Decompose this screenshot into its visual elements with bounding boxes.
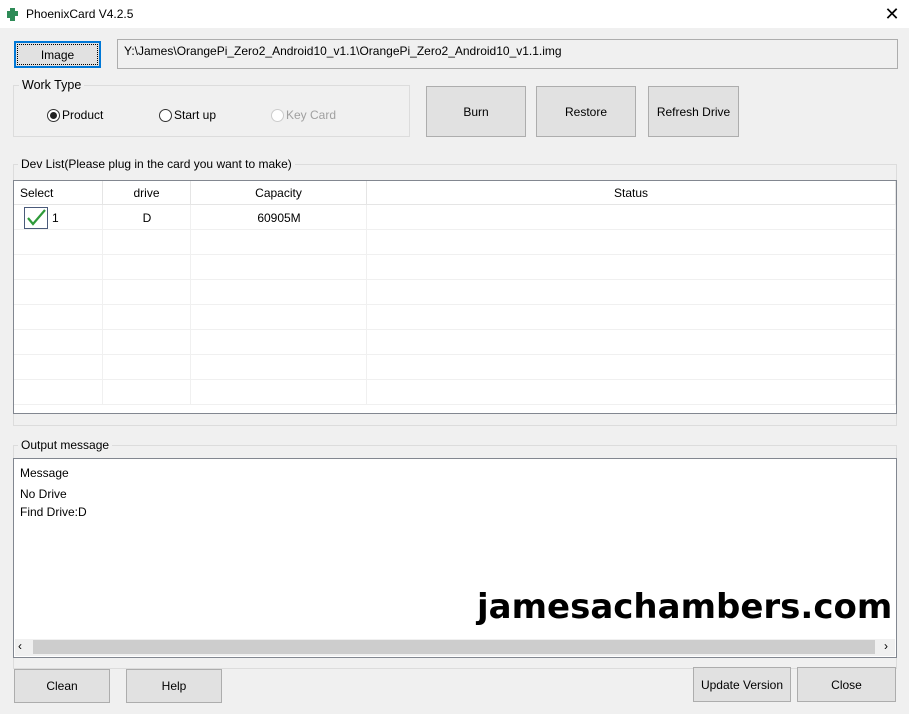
table-cell xyxy=(14,255,103,280)
radio-icon xyxy=(271,108,284,122)
output-label: Output message xyxy=(18,438,113,452)
column-header-drive[interactable]: drive xyxy=(103,181,191,205)
column-header-capacity[interactable]: Capacity xyxy=(191,181,367,205)
close-button[interactable]: Close xyxy=(797,667,896,702)
radio-label: Key Card xyxy=(286,108,337,122)
table-cell xyxy=(367,305,896,330)
table-cell xyxy=(14,305,103,330)
restore-button[interactable]: Restore xyxy=(536,86,636,137)
table-cell xyxy=(191,330,367,355)
table-cell xyxy=(103,280,191,305)
window-title: PhoenixCard V4.2.5 xyxy=(26,7,134,21)
row-capacity: 60905M xyxy=(257,211,301,225)
image-path-field[interactable]: Y:\James\OrangePi_Zero2_Android10_v1.1\O… xyxy=(117,39,898,69)
dev-list-label: Dev List(Please plug in the card you wan… xyxy=(18,157,295,171)
output-message-box[interactable]: Message No Drive Find Drive:D jamesacham… xyxy=(13,458,897,658)
help-button[interactable]: Help xyxy=(126,669,222,703)
work-type-label: Work Type xyxy=(19,78,85,92)
column-header-select[interactable]: Select xyxy=(14,181,103,205)
table-cell xyxy=(14,280,103,305)
table-cell xyxy=(191,280,367,305)
table-cell xyxy=(14,230,103,255)
column-header-status[interactable]: Status xyxy=(367,181,896,205)
radio-icon xyxy=(47,108,60,122)
scrollbar-thumb[interactable] xyxy=(33,640,875,654)
scroll-right-icon[interactable]: › xyxy=(884,639,888,653)
clean-button[interactable]: Clean xyxy=(14,669,110,703)
message-line: Message xyxy=(20,466,69,480)
watermark: jamesachambers.com xyxy=(477,587,893,627)
table-cell xyxy=(103,355,191,380)
horizontal-scrollbar[interactable]: ‹ › xyxy=(15,639,895,656)
table-cell xyxy=(191,355,367,380)
table-cell xyxy=(367,355,896,380)
message-line: No Drive xyxy=(20,487,67,501)
row-drive: D xyxy=(142,211,152,225)
radio-label: Start up xyxy=(174,108,217,122)
table-cell xyxy=(367,230,896,255)
row-select-number: 1 xyxy=(52,211,59,225)
update-version-button[interactable]: Update Version xyxy=(693,667,791,702)
close-window-icon[interactable]: ✕ xyxy=(880,3,904,25)
table-cell xyxy=(103,380,191,405)
title-bar xyxy=(0,0,909,28)
table-cell xyxy=(367,330,896,355)
table-cell xyxy=(367,205,896,230)
table-cell xyxy=(14,380,103,405)
table-cell xyxy=(191,230,367,255)
checkmark-icon xyxy=(27,209,46,226)
row-checkbox[interactable] xyxy=(24,207,48,229)
message-line: Find Drive:D xyxy=(20,505,87,519)
radio-icon xyxy=(159,108,172,122)
radio-start-up[interactable]: Start up xyxy=(159,108,216,122)
table-cell xyxy=(14,355,103,380)
table-cell xyxy=(367,280,896,305)
table-cell xyxy=(367,255,896,280)
radio-key-card: Key Card xyxy=(271,108,336,122)
table-cell xyxy=(103,230,191,255)
table-cell xyxy=(191,305,367,330)
burn-button[interactable]: Burn xyxy=(426,86,526,137)
dev-list-table: Select drive Capacity Status 1 D 60905M xyxy=(13,180,897,414)
table-cell xyxy=(14,330,103,355)
table-cell xyxy=(191,255,367,280)
refresh-drive-button[interactable]: Refresh Drive xyxy=(648,86,739,137)
image-button[interactable]: Image xyxy=(14,41,101,68)
radio-label: Product xyxy=(62,108,104,122)
table-cell xyxy=(103,305,191,330)
radio-product[interactable]: Product xyxy=(47,108,103,122)
table-cell xyxy=(367,380,896,405)
app-icon xyxy=(7,8,18,21)
scroll-left-icon[interactable]: ‹ xyxy=(18,639,22,653)
table-cell xyxy=(103,330,191,355)
table-cell xyxy=(103,255,191,280)
table-cell xyxy=(191,380,367,405)
